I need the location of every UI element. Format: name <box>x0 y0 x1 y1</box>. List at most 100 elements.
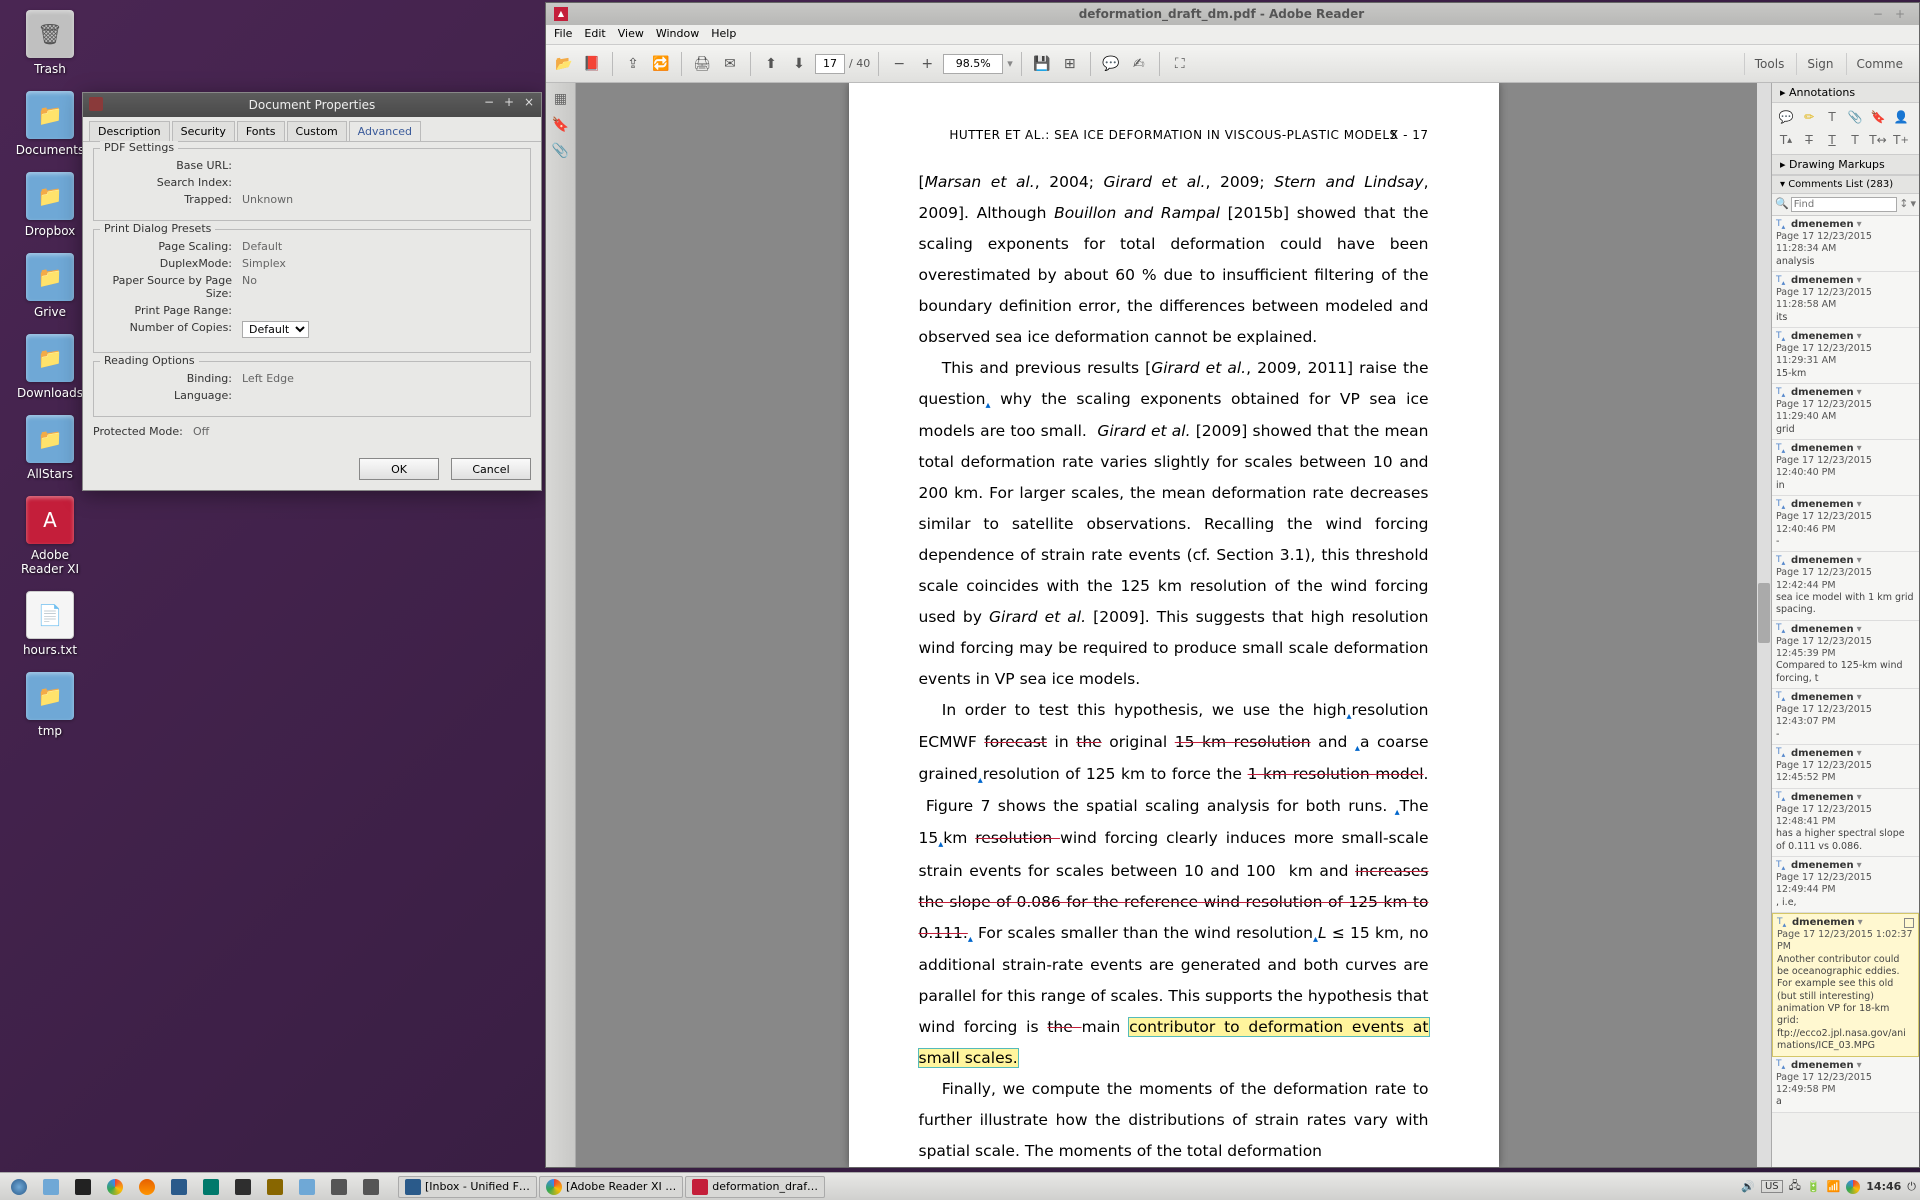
launcher-app3[interactable] <box>260 1176 290 1198</box>
tab-custom[interactable]: Custom <box>287 121 347 141</box>
attach-icon[interactable]: 📎 <box>1845 107 1865 127</box>
network-icon[interactable]: 🖧 <box>1789 1177 1801 1196</box>
keyboard-indicator[interactable]: US <box>1761 1180 1783 1193</box>
scroll-thumb[interactable] <box>1758 583 1770 643</box>
page-down-button[interactable]: ⬇ <box>787 52 811 76</box>
task-reader[interactable]: deformation_draf… <box>685 1176 825 1198</box>
open-button[interactable]: 📂 <box>552 52 576 76</box>
minimize-button[interactable]: − <box>481 95 497 111</box>
save-button[interactable]: 📕 <box>580 52 604 76</box>
zoom-out-button[interactable]: − <box>887 52 911 76</box>
desktop-icon-dropbox[interactable]: 📁Dropbox <box>10 172 90 238</box>
desktop-icon-downloads[interactable]: 📁Downloads <box>10 334 90 400</box>
dropdown-icon[interactable]: ▾ <box>1857 859 1862 872</box>
comment-panel-button[interactable]: Comme <box>1846 53 1913 75</box>
comment-item[interactable]: T▴ dmenemen ▾Page 17 12/23/2015 12:49:58… <box>1772 1057 1919 1113</box>
bookmarks-icon[interactable]: 🔖 <box>551 117 571 137</box>
reader-titlebar[interactable]: ▲ deformation_draft_dm.pdf - Adobe Reade… <box>546 3 1919 25</box>
comment-list[interactable]: T▴ dmenemen ▾Page 17 12/23/2015 11:28:34… <box>1772 216 1919 1167</box>
insert-icon[interactable]: T+ <box>1891 130 1911 150</box>
thumbnails-icon[interactable]: ▦ <box>551 91 571 111</box>
launcher-app6[interactable] <box>356 1176 386 1198</box>
document-area[interactable]: HUTTER ET AL.: SEA ICE DEFORMATION IN VI… <box>576 83 1771 1167</box>
menu-window[interactable]: Window <box>656 27 699 42</box>
tab-description[interactable]: Description <box>89 121 170 141</box>
desktop-icon-hours[interactable]: 📄hours.txt <box>10 591 90 657</box>
comment-item[interactable]: T▴ dmenemen ▾Page 17 12/23/2015 12:48:41… <box>1772 789 1919 857</box>
organize-button[interactable]: ⊞ <box>1058 52 1082 76</box>
print-button[interactable]: 🖨 <box>690 52 714 76</box>
sign-panel-button[interactable]: Sign <box>1796 53 1843 75</box>
save-as-button[interactable]: 💾 <box>1030 52 1054 76</box>
menu-view[interactable]: View <box>618 27 644 42</box>
insert-text-icon[interactable]: T▴ <box>1776 130 1796 150</box>
launcher-thunderbird[interactable] <box>164 1176 194 1198</box>
task-chrome[interactable]: [Adobe Reader XI … <box>539 1176 683 1198</box>
desktop-icon-documents[interactable]: 📁Documents <box>10 91 90 157</box>
replace-icon[interactable]: T↔ <box>1868 130 1888 150</box>
desktop-icon-grive[interactable]: 📁Grive <box>10 253 90 319</box>
record-icon[interactable]: 👤 <box>1891 107 1911 127</box>
email-button[interactable]: ✉ <box>718 52 742 76</box>
dropdown-icon[interactable]: ▾ <box>1857 691 1862 704</box>
launcher-terminal[interactable] <box>68 1176 98 1198</box>
launcher-app5[interactable] <box>324 1176 354 1198</box>
text-icon[interactable]: T <box>1822 107 1842 127</box>
add-note-icon[interactable]: T <box>1845 130 1865 150</box>
tools-panel-button[interactable]: Tools <box>1744 53 1795 75</box>
chrome-tray-icon[interactable] <box>1846 1180 1860 1194</box>
convert-button[interactable]: 🔁 <box>649 52 673 76</box>
page-up-button[interactable]: ⬆ <box>759 52 783 76</box>
dropdown-icon[interactable]: ▾ <box>1857 554 1862 567</box>
zoom-dropdown-icon[interactable]: ▾ <box>1007 57 1013 70</box>
comment-item[interactable]: T▴ dmenemen ▾Page 17 12/23/2015 12:49:44… <box>1772 857 1919 913</box>
underline-icon[interactable]: T <box>1822 130 1842 150</box>
dropdown-icon[interactable]: ▾ <box>1857 498 1862 511</box>
dropdown-icon[interactable]: ▾ <box>1857 791 1862 804</box>
launcher-filemanager[interactable] <box>36 1176 66 1198</box>
sticky-note-icon[interactable]: 💬 <box>1776 107 1796 127</box>
desktop-icon-adobe[interactable]: AAdobe Reader XI <box>10 496 90 576</box>
task-thunderbird[interactable]: [Inbox - Unified F… <box>398 1176 537 1198</box>
zoom-input[interactable] <box>943 54 1003 74</box>
dropdown-icon[interactable]: ▾ <box>1857 1059 1862 1072</box>
menu-help[interactable]: Help <box>711 27 736 42</box>
comment-item[interactable]: T▴ dmenemen ▾Page 17 12/23/2015 12:43:07… <box>1772 689 1919 745</box>
stamp-icon[interactable]: 🔖 <box>1868 107 1888 127</box>
sort-icon[interactable]: ↕ <box>1899 197 1908 212</box>
drawing-markups-header[interactable]: ▸ Drawing Markups <box>1772 155 1919 175</box>
comments-list-header[interactable]: ▾ Comments List (283) <box>1772 175 1919 194</box>
launcher-app1[interactable] <box>196 1176 226 1198</box>
comment-item[interactable]: T▴ dmenemen ▾Page 17 12/23/2015 12:45:52… <box>1772 745 1919 789</box>
battery-icon[interactable]: 🔋 <box>1807 1180 1821 1193</box>
menu-edit[interactable]: Edit <box>584 27 605 42</box>
launcher-app2[interactable] <box>228 1176 258 1198</box>
comment-item[interactable]: T▴ dmenemen ▾Page 17 12/23/2015 11:29:40… <box>1772 384 1919 440</box>
volume-icon[interactable]: 🔊 <box>1741 1180 1755 1193</box>
dropdown-icon[interactable]: ▾ <box>1857 623 1862 636</box>
menu-file[interactable]: File <box>554 27 572 42</box>
zoom-in-button[interactable]: + <box>915 52 939 76</box>
filter-icon[interactable]: ▾ <box>1910 197 1916 212</box>
comment-item[interactable]: T▴ dmenemen ▾Page 17 12/23/2015 11:29:31… <box>1772 328 1919 384</box>
comment-item[interactable]: T▴ dmenemen ▾Page 17 12/23/2015 12:40:40… <box>1772 440 1919 496</box>
dropdown-icon[interactable]: ▾ <box>1857 747 1862 760</box>
dropdown-icon[interactable]: ▾ <box>1857 330 1862 343</box>
comment-item[interactable]: T▴ dmenemen ▾Page 17 12/23/2015 12:42:44… <box>1772 552 1919 620</box>
maximize-button[interactable]: + <box>1895 7 1905 21</box>
tab-security[interactable]: Security <box>172 121 235 141</box>
sign-button[interactable]: ✍ <box>1127 52 1151 76</box>
dropdown-icon[interactable]: ▾ <box>1857 274 1862 287</box>
minimize-button[interactable]: − <box>1873 7 1883 21</box>
comment-item[interactable]: T▴ dmenemen ▾Page 17 12/23/2015 12:40:46… <box>1772 496 1919 552</box>
comment-item[interactable]: T▴ dmenemen ▾Page 17 12/23/2015 11:28:58… <box>1772 272 1919 328</box>
close-button[interactable]: × <box>521 95 537 111</box>
desktop-icon-tmp[interactable]: 📁tmp <box>10 672 90 738</box>
highlight-icon[interactable]: ✏ <box>1799 107 1819 127</box>
desktop-icon-trash[interactable]: 🗑Trash <box>10 10 90 76</box>
launcher-firefox[interactable] <box>132 1176 162 1198</box>
launcher-app4[interactable] <box>292 1176 322 1198</box>
tab-fonts[interactable]: Fonts <box>237 121 285 141</box>
maximize-button[interactable]: + <box>501 95 517 111</box>
launcher-chrome[interactable] <box>100 1176 130 1198</box>
